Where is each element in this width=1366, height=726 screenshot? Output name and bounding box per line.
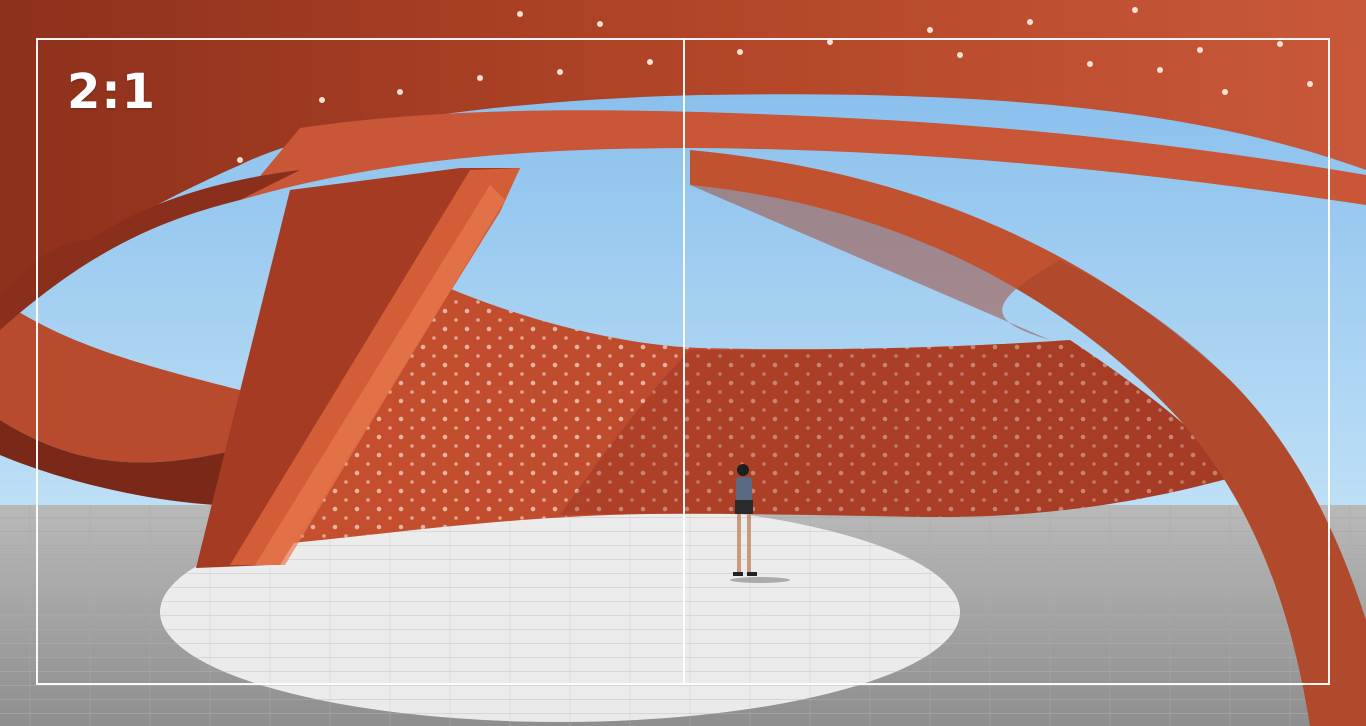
photo-editor-canvas: 2:1 — [0, 0, 1366, 726]
center-guide-line — [683, 38, 685, 685]
aspect-ratio-label: 2:1 — [67, 64, 156, 120]
